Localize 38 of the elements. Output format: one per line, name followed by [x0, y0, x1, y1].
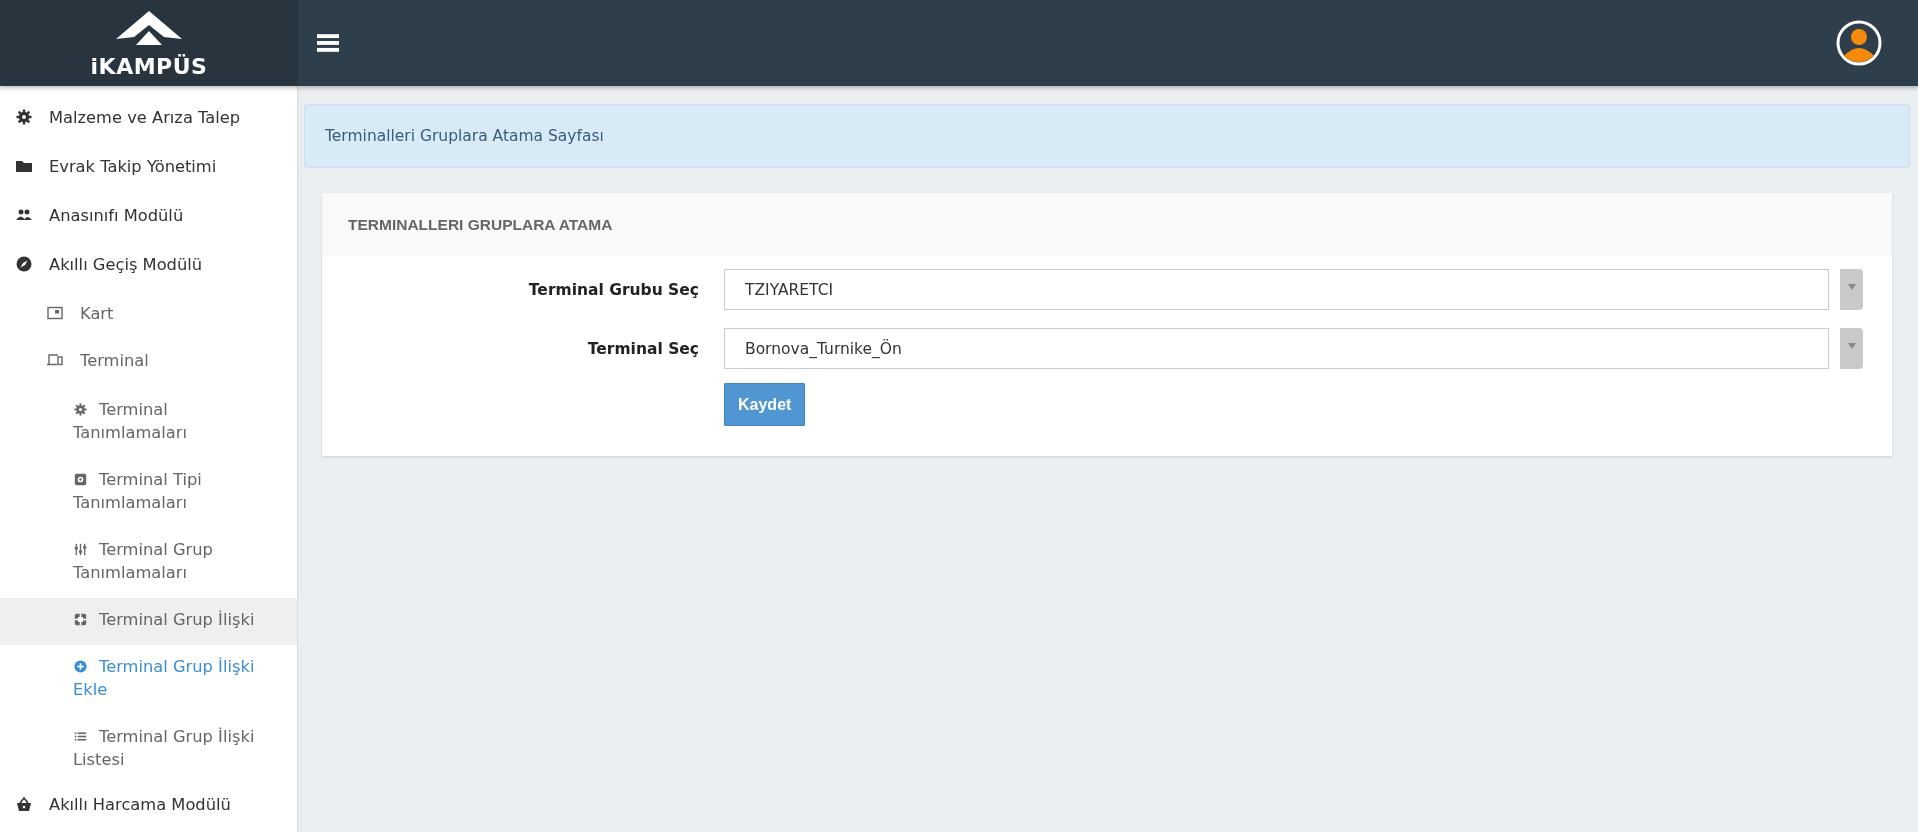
device-icon [47, 352, 63, 368]
people-icon [16, 207, 32, 223]
sidebar-subitem[interactable]: Terminal Grup İlişki Listesi [0, 715, 297, 785]
sidebar-item[interactable]: Anasınıfı Modülü [0, 196, 297, 245]
gear-icon [16, 109, 32, 125]
folder-icon [16, 158, 32, 174]
info-alert: Terminalleri Gruplara Atama Sayfası [304, 104, 1910, 168]
list-icon [74, 730, 87, 743]
sidebar-subitem[interactable]: Terminal Grup İlişki Ekle [0, 645, 297, 715]
gear-icon [74, 403, 87, 416]
card-icon [47, 305, 63, 321]
select-field[interactable]: TZIYARETCI [724, 269, 1829, 310]
sidebar-item[interactable]: Evrak Takip Yönetimi [0, 147, 297, 196]
sidebar-subitem[interactable]: Terminal Tipi Tanımlamaları [0, 458, 297, 528]
sidebar-subitem[interactable]: Terminal Tanımlamaları [0, 388, 297, 458]
field-label: Terminal Seç [586, 339, 699, 358]
field-label: Terminal Grubu Seç [527, 280, 699, 299]
sliders-icon [74, 543, 87, 556]
sidebar-item[interactable]: Akıllı Geçiş Modülü [0, 245, 297, 294]
sidebar-subitem[interactable]: Kart [0, 294, 297, 341]
select-field[interactable]: Bornova_Turnike_Ön [724, 328, 1829, 369]
compass-icon [16, 256, 32, 272]
caret-icon [1847, 343, 1856, 349]
expand-icon [74, 613, 87, 626]
avatar-icon[interactable] [1836, 20, 1882, 66]
card-title: TERMINALLERI GRUPLARA ATAMA [348, 215, 613, 234]
basket-icon [16, 796, 32, 812]
plus-circle-icon [74, 660, 87, 673]
logo-text: iKAMPÜS [90, 55, 208, 79]
sidebar-subitem[interactable]: Terminal [0, 341, 297, 388]
gear-square-icon [74, 473, 87, 486]
caret-icon [1847, 284, 1856, 290]
menu-icon[interactable] [317, 34, 339, 52]
sidebar-item[interactable]: Akıllı Harcama Modülü [0, 785, 297, 832]
sidebar-item[interactable]: Malzeme ve Arıza Talep [0, 98, 297, 147]
save-button[interactable]: Kaydet [724, 383, 806, 426]
sidebar-subitem[interactable]: Terminal Grup İlişki [0, 598, 297, 645]
sidebar-subitem[interactable]: Terminal Grup Tanımlamaları [0, 528, 297, 598]
